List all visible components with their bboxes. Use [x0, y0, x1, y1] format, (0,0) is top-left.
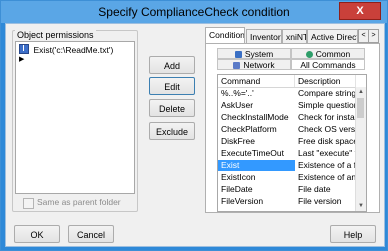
command-row[interactable]: FileDate File date: [218, 184, 362, 195]
tree-item-label: Exist('c:\ReadMe.txt'): [33, 45, 114, 55]
title-bar: Specify ComplianceCheck condition X: [1, 1, 387, 23]
close-button[interactable]: X: [339, 2, 381, 20]
command-name: CheckPlatform: [221, 124, 277, 134]
category-common-label: Common: [315, 49, 351, 59]
command-row[interactable]: ExistIcon Existence of an icon: [218, 172, 362, 183]
command-description: Existence of a file: [298, 160, 356, 170]
command-row[interactable]: DiskFree Free disk space: [218, 136, 362, 147]
command-row[interactable]: ExistExistence of a file: [218, 160, 362, 171]
tab-strip: Conditions Inventory xniNT Active Direct…: [205, 27, 379, 43]
condition-icon: [19, 44, 29, 54]
cancel-button[interactable]: Cancel: [68, 225, 114, 243]
command-description: Check for installatio: [298, 112, 356, 122]
category-network-label: Network: [243, 60, 275, 70]
conditions-panel: Conditions Inventory xniNT Active Direct…: [205, 24, 380, 213]
scroll-down-icon[interactable]: ▼: [356, 201, 366, 211]
command-name: CheckInstallMode: [221, 112, 289, 122]
command-row[interactable]: CheckInstallMode Check for installatio: [218, 112, 362, 123]
system-icon: [234, 51, 242, 58]
network-icon: [233, 62, 241, 69]
delete-button[interactable]: Delete: [149, 99, 195, 117]
command-row[interactable]: ExecuteTimeOut Last "execute" term: [218, 148, 362, 159]
command-list-header: Command Description: [218, 75, 366, 88]
category-network[interactable]: Network: [217, 59, 291, 70]
tree-item[interactable]: Exist('c:\ReadMe.txt'): [19, 44, 113, 55]
globe-icon: [305, 51, 313, 58]
command-name: Exist: [218, 160, 295, 171]
exclude-button[interactable]: Exclude: [149, 122, 195, 140]
command-description: Compare strings: [298, 88, 356, 98]
object-permissions-label: Object permissions: [15, 30, 96, 40]
category-common[interactable]: Common: [291, 48, 365, 59]
vertical-scrollbar[interactable]: ▲ ▼: [355, 87, 366, 211]
command-description: Last "execute" term: [298, 148, 356, 158]
same-as-parent-label: Same as parent folder: [37, 197, 121, 207]
dialog-body: Object permissions Exist('c:\ReadMe.txt'…: [5, 23, 385, 247]
command-row[interactable]: %..%='..' Compare strings: [218, 88, 362, 99]
command-name: FileDate: [221, 184, 253, 194]
command-name: DiskFree: [221, 136, 256, 146]
command-description: Existence of an icon: [298, 172, 356, 182]
permissions-tree[interactable]: Exist('c:\ReadMe.txt') ▶: [15, 41, 135, 194]
tab-scroll-right-button[interactable]: >: [368, 29, 379, 43]
command-row[interactable]: AskUser Simple question me: [218, 100, 362, 111]
tab-active-directory[interactable]: Active Directory: [307, 29, 358, 43]
edit-button[interactable]: Edit: [149, 77, 195, 95]
category-all-commands[interactable]: All Commands: [291, 59, 365, 70]
scroll-thumb[interactable]: [357, 98, 364, 118]
category-system-label: System: [244, 49, 274, 59]
scroll-up-icon[interactable]: ▲: [356, 87, 366, 97]
command-name: ExistIcon: [221, 172, 256, 182]
command-description: Free disk space: [298, 136, 356, 146]
insertion-arrow-icon: ▶: [19, 56, 25, 63]
command-name: FileVersion: [221, 196, 264, 206]
object-permissions-group: Object permissions Exist('c:\ReadMe.txt'…: [12, 30, 138, 212]
command-description: File version: [298, 196, 342, 206]
add-button[interactable]: Add: [149, 56, 195, 74]
command-description: Simple question me: [298, 100, 356, 110]
category-system[interactable]: System: [217, 48, 291, 59]
command-row[interactable]: CheckPlatform Check OS version: [218, 124, 362, 135]
tab-conditions[interactable]: Conditions: [205, 27, 245, 43]
window-title: Specify ComplianceCheck condition: [98, 5, 290, 19]
command-list[interactable]: Command Description %..%='..' Compare str…: [217, 74, 367, 212]
tab-inventory[interactable]: Inventory: [246, 29, 282, 43]
tab-xnint[interactable]: xniNT: [282, 29, 307, 43]
command-name: %..%='..': [221, 88, 254, 98]
command-name: ExecuteTimeOut: [221, 148, 284, 158]
command-description: File date: [298, 184, 331, 194]
command-name: AskUser: [221, 100, 254, 110]
help-button[interactable]: Help: [330, 225, 376, 243]
column-command[interactable]: Command: [218, 75, 295, 87]
command-row[interactable]: FileVersion File version: [218, 196, 362, 207]
column-description[interactable]: Description: [295, 75, 356, 87]
command-description: Check OS version: [298, 124, 356, 134]
tab-page: System Common Network All Commands Comma…: [205, 43, 380, 213]
ok-button[interactable]: OK: [14, 225, 60, 243]
same-as-parent-checkbox[interactable]: [23, 198, 34, 209]
